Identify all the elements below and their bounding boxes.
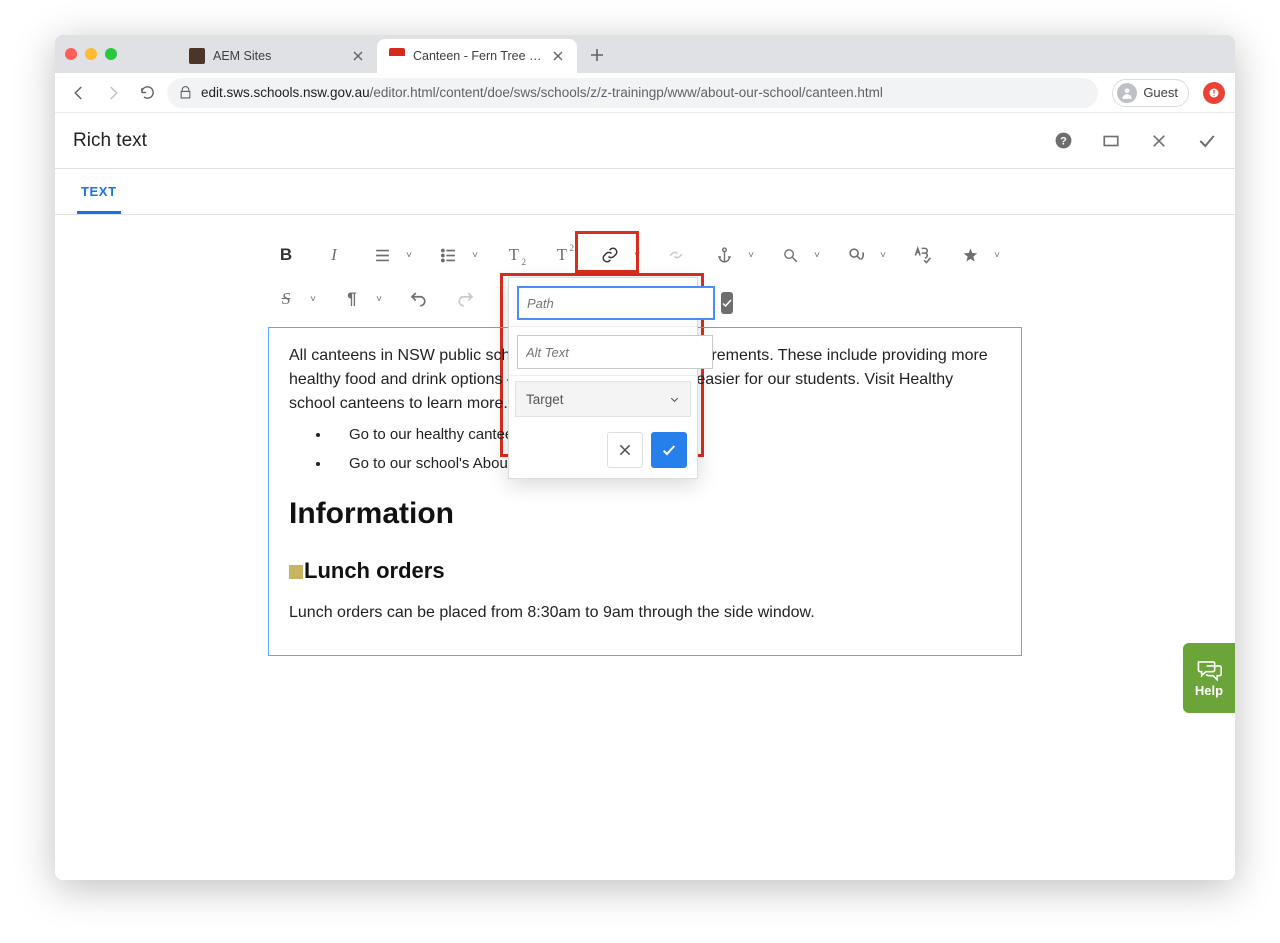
link-target-select[interactable]: Target — [515, 381, 691, 417]
list-button[interactable] — [430, 237, 466, 273]
help-widget[interactable]: Help — [1183, 643, 1235, 713]
replace-button[interactable] — [838, 237, 874, 273]
aem-dialog-header: Rich text ? — [55, 113, 1235, 169]
browser-toolbar: edit.sws.schools.nsw.gov.au/editor.html/… — [55, 73, 1235, 113]
bold-button[interactable]: B — [268, 237, 304, 273]
chevron-down-icon[interactable]: ˅ — [988, 237, 1006, 273]
content-heading-information: Information — [289, 491, 1001, 536]
anchor-marker-icon — [289, 565, 303, 579]
superscript-button[interactable]: T2 — [544, 237, 580, 273]
subscript-button[interactable]: T2 — [496, 237, 532, 273]
nav-reload-button[interactable] — [133, 79, 161, 107]
browser-tab-aem-sites[interactable]: AEM Sites — [177, 39, 377, 73]
chevron-down-icon — [669, 394, 680, 405]
anchor-button[interactable] — [706, 237, 742, 273]
browser-window: AEM Sites Canteen - Fern Tree Public Sch — [55, 35, 1235, 880]
window-controls — [65, 35, 117, 73]
help-icon[interactable]: ? — [1053, 131, 1073, 151]
undo-button[interactable] — [400, 281, 436, 317]
profile-label: Guest — [1143, 85, 1178, 100]
chevron-down-icon[interactable]: ˅ — [466, 237, 484, 273]
link-button[interactable] — [592, 237, 628, 273]
url-text: edit.sws.schools.nsw.gov.au/editor.html/… — [201, 85, 883, 100]
chat-bubble-icon — [1196, 659, 1222, 681]
window-close-dot[interactable] — [65, 48, 77, 60]
tab-close-icon[interactable] — [351, 49, 365, 63]
tab-title: Canteen - Fern Tree Public Sch — [413, 49, 543, 63]
spellcheck-button[interactable] — [904, 237, 940, 273]
path-browse-button[interactable] — [721, 292, 733, 314]
chevron-down-icon[interactable]: ˅ — [304, 281, 322, 317]
special-char-button[interactable] — [952, 237, 988, 273]
strikethrough-button[interactable]: S — [268, 281, 304, 317]
chevron-down-icon[interactable]: ˅ — [628, 237, 646, 273]
hyperlink-popover: Target — [508, 277, 698, 479]
browser-tab-canteen[interactable]: Canteen - Fern Tree Public Sch — [377, 39, 577, 73]
italic-button[interactable]: I — [316, 237, 352, 273]
aem-editor: Rich text ? TEXT — [55, 113, 1235, 880]
fullscreen-icon[interactable] — [1101, 131, 1121, 151]
nav-forward-button[interactable] — [99, 79, 127, 107]
done-check-icon[interactable] — [1197, 131, 1217, 151]
chevron-down-icon[interactable]: ˅ — [874, 237, 892, 273]
editor-wrap: B I ˅ ˅ T2 — [55, 215, 1235, 656]
paragraph-format-button[interactable]: ¶ — [334, 281, 370, 317]
chevron-down-icon[interactable]: ˅ — [808, 237, 826, 273]
profile-chip[interactable]: Guest — [1112, 79, 1189, 107]
address-bar[interactable]: edit.sws.schools.nsw.gov.au/editor.html/… — [167, 78, 1098, 108]
avatar-icon — [1117, 83, 1137, 103]
favicon-aem — [189, 48, 205, 64]
content-paragraph: Lunch orders can be placed from 8:30am t… — [289, 601, 1001, 625]
lock-icon — [179, 86, 193, 99]
window-zoom-dot[interactable] — [105, 48, 117, 60]
tab-title: AEM Sites — [213, 49, 343, 63]
select-label: Target — [526, 392, 564, 407]
aem-dialog-title: Rich text — [73, 130, 147, 152]
favicon-nsw — [389, 48, 405, 64]
chevron-down-icon[interactable]: ˅ — [400, 237, 418, 273]
help-label: Help — [1195, 683, 1223, 698]
find-button[interactable] — [772, 237, 808, 273]
chevron-down-icon[interactable]: ˅ — [742, 237, 760, 273]
browser-tab-strip: AEM Sites Canteen - Fern Tree Public Sch — [55, 35, 1235, 73]
aem-tab-bar: TEXT — [55, 169, 1235, 215]
link-path-input[interactable] — [517, 286, 715, 320]
align-button[interactable] — [364, 237, 400, 273]
link-apply-button[interactable] — [651, 432, 687, 468]
redo-button[interactable] — [448, 281, 484, 317]
link-alt-text-input[interactable] — [517, 335, 713, 369]
window-minimize-dot[interactable] — [85, 48, 97, 60]
rte-toolbar: B I ˅ ˅ T2 — [268, 235, 1022, 279]
unlink-button[interactable] — [658, 237, 694, 273]
close-dialog-icon[interactable] — [1149, 131, 1169, 151]
tab-text[interactable]: TEXT — [77, 172, 121, 214]
tab-close-icon[interactable] — [551, 49, 565, 63]
extension-badge[interactable] — [1203, 82, 1225, 104]
content-heading-lunch-orders: Lunch orders — [289, 554, 1001, 587]
nav-back-button[interactable] — [65, 79, 93, 107]
link-cancel-button[interactable] — [607, 432, 643, 468]
svg-text:?: ? — [1060, 135, 1067, 147]
new-tab-button[interactable] — [583, 41, 611, 69]
chevron-down-icon[interactable]: ˅ — [370, 281, 388, 317]
